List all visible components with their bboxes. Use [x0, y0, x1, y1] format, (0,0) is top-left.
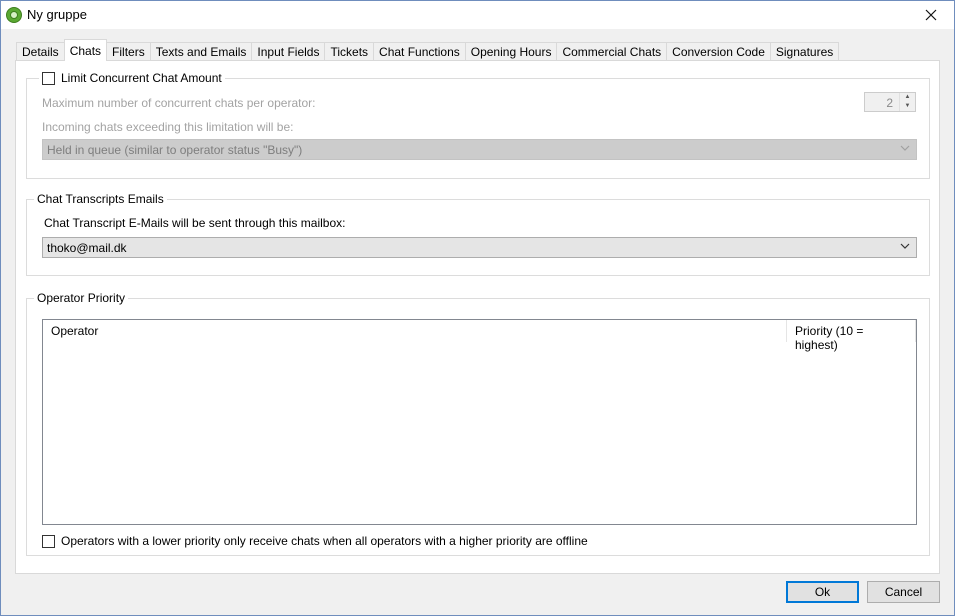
mailbox-select[interactable]: thoko@mail.dk [42, 237, 917, 258]
tab-details[interactable]: Details [16, 42, 65, 61]
dialog-window: Ny gruppe Details Chats Filters Texts and E… [0, 0, 955, 616]
limit-concurrent-label: Limit Concurrent Chat Amount [61, 71, 222, 85]
chat-transcripts-group: Chat Transcripts Emails Chat Transcript … [26, 192, 930, 276]
limit-concurrent-checkbox-box[interactable] [42, 71, 55, 85]
cancel-button[interactable]: Cancel [867, 581, 940, 603]
lower-priority-offline-checkbox[interactable]: Operators with a lower priority only rec… [42, 534, 588, 548]
tab-chats[interactable]: Chats [63, 39, 108, 61]
operator-priority-group: Operator Priority Operator Priority (10 … [26, 291, 930, 556]
tab-commercial-chats[interactable]: Commercial Chats [556, 42, 668, 61]
tab-texts-and-emails[interactable]: Texts and Emails [149, 42, 253, 61]
tab-input-fields[interactable]: Input Fields [251, 42, 326, 61]
exceeding-select[interactable]: Held in queue (similar to operator statu… [42, 139, 917, 160]
title-bar: Ny gruppe [1, 1, 954, 29]
concurrent-chat-group: Limit Concurrent Chat Amount Maximum num… [26, 71, 930, 179]
exceeding-label: Incoming chats exceeding this limitation… [42, 120, 294, 134]
tab-filters[interactable]: Filters [106, 42, 151, 61]
close-button[interactable] [908, 1, 954, 29]
ok-button[interactable]: Ok [786, 581, 859, 603]
spin-arrows-icon[interactable]: ▲ ▼ [899, 93, 915, 111]
operator-priority-list[interactable]: Operator Priority (10 = highest) [42, 319, 917, 525]
mailbox-select-value: thoko@mail.dk [47, 241, 127, 255]
column-header-operator[interactable]: Operator [43, 320, 786, 342]
green-gear-icon [6, 7, 22, 23]
close-icon [925, 9, 937, 21]
chevron-down-icon [900, 145, 910, 151]
operator-priority-legend: Operator Priority [34, 291, 129, 305]
lower-priority-offline-label: Operators with a lower priority only rec… [61, 534, 588, 548]
max-concurrent-value: 2 [886, 96, 893, 110]
list-header: Operator Priority (10 = highest) [43, 320, 916, 352]
limit-concurrent-checkbox[interactable]: Limit Concurrent Chat Amount [39, 71, 225, 85]
tab-chat-functions[interactable]: Chat Functions [373, 42, 466, 61]
chat-transcripts-legend: Chat Transcripts Emails [34, 192, 167, 206]
max-concurrent-stepper[interactable]: 2 ▲ ▼ [864, 92, 916, 112]
lower-priority-offline-checkbox-box[interactable] [42, 534, 55, 548]
mailbox-label: Chat Transcript E-Mails will be sent thr… [44, 216, 346, 230]
column-header-priority[interactable]: Priority (10 = highest) [786, 320, 916, 352]
exceeding-select-value: Held in queue (similar to operator statu… [47, 143, 303, 157]
chevron-down-icon [900, 243, 910, 249]
window-title: Ny gruppe [27, 7, 87, 22]
tab-panel-chats: Limit Concurrent Chat Amount Maximum num… [15, 60, 940, 574]
max-concurrent-label: Maximum number of concurrent chats per o… [42, 96, 316, 110]
tab-opening-hours[interactable]: Opening Hours [464, 42, 558, 61]
tab-tickets[interactable]: Tickets [324, 42, 375, 61]
tab-conversion-code[interactable]: Conversion Code [666, 42, 771, 61]
tab-signatures[interactable]: Signatures [769, 42, 840, 61]
tab-strip: Details Chats Filters Texts and Emails Input… [16, 39, 840, 61]
